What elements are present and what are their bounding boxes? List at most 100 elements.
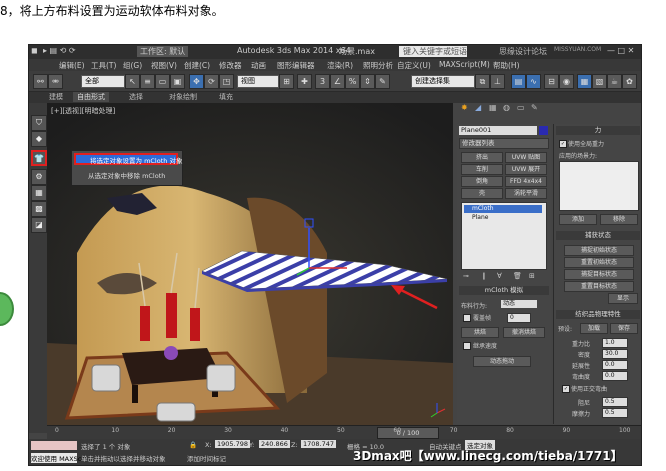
maxscript-listener[interactable] — [31, 441, 77, 450]
render-icon[interactable]: ☕ — [607, 74, 622, 89]
menu-create[interactable]: 创建(C) — [184, 60, 210, 71]
menu-animation[interactable]: 动画 — [251, 60, 266, 71]
move-icon[interactable]: ✥ — [189, 74, 204, 89]
modifier-list-select[interactable]: 修改器列表 — [459, 138, 549, 149]
y-coord-input[interactable]: 240.866 — [259, 440, 290, 448]
time-slider-thumb[interactable]: 0 / 100 — [377, 427, 439, 439]
curve-editor-icon[interactable]: ∿ — [526, 74, 541, 89]
load-preset-button[interactable]: 加载 — [580, 323, 608, 334]
density-input[interactable]: 30.0 — [602, 349, 628, 359]
hierarchy-tab-icon[interactable]: ▦ — [489, 103, 497, 112]
override-frame-input[interactable]: 0 — [507, 313, 531, 323]
capture-target-button[interactable]: 捕捉目标状态 — [564, 269, 634, 280]
stretch-input[interactable]: 0.0 — [602, 360, 628, 370]
configure-sets-icon[interactable]: ⊞ — [529, 272, 535, 280]
x-coord-input[interactable]: 1905.798 — [215, 440, 251, 448]
show-end-icon[interactable]: ❙ — [481, 272, 487, 280]
turbosmooth-button[interactable]: 涡轮平滑 — [505, 188, 547, 199]
select-manipulate-icon[interactable]: ✚ — [297, 74, 312, 89]
friction-input[interactable]: 0.5 — [602, 408, 628, 418]
utilities-tab-icon[interactable]: ✎ — [531, 103, 538, 112]
menu-views[interactable]: 视图(V) — [151, 60, 177, 71]
scale-icon[interactable]: ◳ — [219, 74, 234, 89]
menu-set-mcloth[interactable]: 将选定对象设置为 mCloth 对象 — [74, 153, 182, 165]
inherit-velocity-checkbox[interactable] — [463, 342, 471, 350]
capture-initial-button[interactable]: 捕捉初始状态 — [564, 245, 634, 256]
welcome-text[interactable]: 欢迎使用 MAXScr — [31, 453, 84, 463]
menu-edit[interactable]: 编辑(E) — [59, 60, 85, 71]
display-tab-icon[interactable]: ▭ — [517, 103, 525, 112]
cloth-behavior-select[interactable]: 动态 — [501, 300, 537, 308]
add-time-tag[interactable]: 添加时间标记 — [187, 453, 226, 463]
use-gravity-checkbox[interactable]: ✓ — [559, 140, 567, 148]
create-tab-icon[interactable]: ✸ — [461, 103, 468, 112]
cloth-tool-icon[interactable]: ⛉ — [31, 115, 47, 131]
add-force-button[interactable]: 添加 — [559, 214, 597, 225]
tab-modeling[interactable]: 建模 — [49, 92, 63, 102]
tab-object-paint[interactable]: 对象绘制 — [169, 92, 197, 102]
link-icon[interactable]: ⚯ — [33, 74, 48, 89]
tab-populate[interactable]: 填充 — [219, 92, 233, 102]
bevel-button[interactable]: 倒角 — [461, 176, 503, 187]
search-input[interactable]: 键入关键字或短语 — [399, 46, 467, 57]
override-checkbox[interactable] — [463, 314, 471, 322]
mcloth-shirt-icon[interactable]: 👕 — [31, 150, 47, 166]
menu-group[interactable]: 组(G) — [123, 60, 142, 71]
quick-access-icons[interactable]: ▸ ▤ ⟲ ⟳ — [43, 46, 76, 55]
make-unique-icon[interactable]: ∀ — [497, 272, 502, 280]
cloth-tool-2-icon[interactable]: ▦ — [31, 185, 47, 201]
undo-bake-button[interactable]: 撤消烘焙 — [503, 327, 545, 338]
pin-stack-icon[interactable]: ⊸ — [463, 272, 469, 280]
extrude-button[interactable]: 挤出 — [461, 152, 503, 163]
menu-remove-mcloth[interactable]: 从选定对象中移除 mCloth — [74, 170, 178, 182]
motion-tab-icon[interactable]: ◍ — [503, 103, 510, 112]
selection-filter-select[interactable]: 全部 — [81, 75, 125, 88]
physics-header[interactable]: 纺织品物理特性 — [556, 310, 640, 319]
layer-icon[interactable]: ▤ — [511, 74, 526, 89]
ortho-bend-checkbox[interactable]: ✓ — [562, 385, 570, 393]
cloth-tool-3-icon[interactable]: ▩ — [31, 201, 47, 217]
pivot-icon[interactable]: ⊞ — [279, 74, 294, 89]
capture-header[interactable]: 捕获状态 — [556, 231, 640, 240]
render-setup-icon[interactable]: ▦ — [577, 74, 592, 89]
menu-lighting[interactable]: 照明分析 — [363, 60, 393, 71]
select-by-name-icon[interactable]: ≡ — [140, 74, 155, 89]
uvw-map-button[interactable]: UVW 贴图 — [505, 152, 547, 163]
z-coord-input[interactable]: 1708.747 — [301, 440, 337, 448]
menu-customize[interactable]: 自定义(U) — [397, 60, 431, 71]
cloth-sub-icon[interactable]: ◆ — [31, 131, 47, 147]
spinner-snap-icon[interactable]: ⇕ — [360, 74, 375, 89]
app-logo-icon[interactable]: ◼ — [31, 46, 38, 55]
menu-graph-editors[interactable]: 图形编辑器 — [277, 60, 315, 71]
menu-tools[interactable]: 工具(T) — [91, 60, 116, 71]
unlink-icon[interactable]: ⚮ — [48, 74, 63, 89]
angle-snap-icon[interactable]: ∠ — [330, 74, 345, 89]
ffd-button[interactable]: FFD 4x4x4 — [505, 176, 547, 187]
render-frame-icon[interactable]: ▧ — [592, 74, 607, 89]
remove-force-button[interactable]: 移除 — [600, 214, 638, 225]
window-crossing-icon[interactable]: ▣ — [170, 74, 185, 89]
named-selection-icon[interactable]: ✎ — [375, 74, 390, 89]
tab-selection[interactable]: 选择 — [129, 92, 143, 102]
time-slider[interactable]: 0 / 100 0 10 20 30 40 50 60 70 80 90 100 — [47, 425, 641, 440]
bend-input[interactable]: 0.0 — [602, 371, 628, 381]
modify-tab-icon[interactable]: ◢ — [475, 103, 481, 112]
damping-input[interactable]: 0.5 — [602, 397, 628, 407]
shell-button[interactable]: 壳 — [461, 188, 503, 199]
bake-button[interactable]: 烘焙 — [461, 327, 499, 338]
save-preset-button[interactable]: 保存 — [610, 323, 638, 334]
uvw-unwrap-button[interactable]: UVW 展开 — [505, 164, 547, 175]
forces-header[interactable]: 力 — [556, 126, 640, 135]
cloth-tool-4-icon[interactable]: ◪ — [31, 217, 47, 233]
named-selection-select[interactable]: 创建选择集 — [411, 75, 475, 88]
reference-coord-select[interactable]: 视图 — [237, 75, 279, 88]
object-color-swatch[interactable] — [539, 126, 548, 135]
remove-modifier-icon[interactable]: 🗑 — [513, 272, 522, 280]
lock-icon[interactable]: 🔒 — [189, 441, 197, 449]
gravity-scale-input[interactable]: 1.0 — [602, 338, 628, 348]
tab-freeform[interactable]: 自由形式 — [73, 92, 109, 102]
menu-help[interactable]: 帮助(H) — [493, 60, 520, 71]
render-production-icon[interactable]: ✿ — [622, 74, 637, 89]
percent-snap-icon[interactable]: % — [345, 74, 360, 89]
align-icon[interactable]: ⊥ — [490, 74, 505, 89]
